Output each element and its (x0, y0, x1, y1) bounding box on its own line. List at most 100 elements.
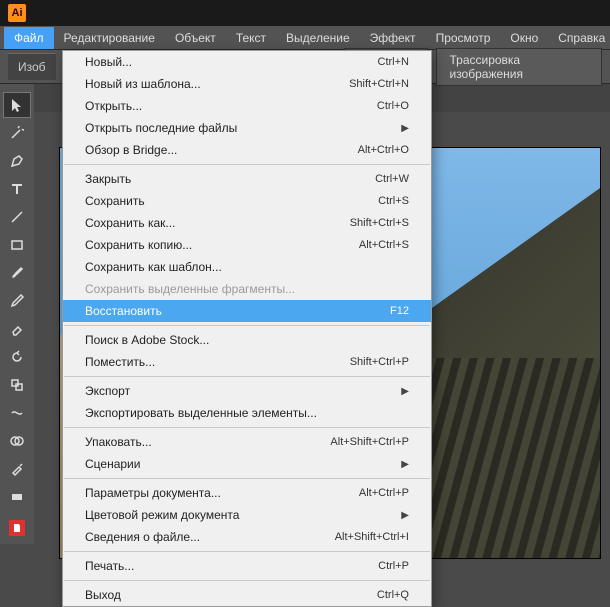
menu-item-label: Открыть... (85, 99, 377, 113)
menu-item-label: Закрыть (85, 172, 375, 186)
menu-item-9[interactable]: Сохранить копию...Alt+Ctrl+S (63, 234, 431, 256)
menu-select[interactable]: Выделение (276, 27, 360, 49)
menu-item-label: Сценарии (85, 457, 401, 471)
type-tool[interactable] (3, 176, 31, 202)
menu-item-label: Сохранить как шаблон... (85, 260, 409, 274)
menu-shortcut: Shift+Ctrl+P (350, 356, 409, 368)
menu-text[interactable]: Текст (226, 27, 276, 49)
menu-item-7[interactable]: СохранитьCtrl+S (63, 190, 431, 212)
menu-separator (64, 427, 430, 428)
menu-shortcut: Alt+Shift+Ctrl+P (330, 436, 409, 448)
menu-shortcut: Ctrl+W (375, 173, 409, 185)
paintbrush-tool[interactable] (3, 260, 31, 286)
menu-item-label: Упаковать... (85, 435, 330, 449)
menu-shortcut: Shift+Ctrl+S (350, 217, 409, 229)
menu-item-label: Сведения о файле... (85, 530, 335, 544)
menu-shortcut: Ctrl+N (378, 56, 409, 68)
menu-item-label: Печать... (85, 559, 378, 573)
menu-item-25[interactable]: Сведения о файле...Alt+Shift+Ctrl+I (63, 526, 431, 548)
menu-object[interactable]: Объект (165, 27, 226, 49)
menu-view[interactable]: Просмотр (426, 27, 501, 49)
submenu-arrow-icon: ▶ (401, 459, 409, 470)
menu-item-1[interactable]: Новый из шаблона...Shift+Ctrl+N (63, 73, 431, 95)
menu-item-10[interactable]: Сохранить как шаблон... (63, 256, 431, 278)
selection-tool[interactable] (3, 92, 31, 118)
menu-item-24[interactable]: Цветовой режим документа▶ (63, 504, 431, 526)
app-logo: Ai (8, 4, 26, 22)
control-tab-fragment[interactable]: Изоб (8, 53, 56, 80)
width-tool[interactable] (3, 400, 31, 426)
menu-item-0[interactable]: Новый...Ctrl+N (63, 51, 431, 73)
menu-separator (64, 164, 430, 165)
menu-item-label: Цветовой режим документа (85, 508, 401, 522)
file-menu-dropdown: Новый...Ctrl+NНовый из шаблона...Shift+C… (62, 50, 432, 607)
menu-item-label: Выход (85, 588, 377, 602)
menu-item-14[interactable]: Поиск в Adobe Stock... (63, 329, 431, 351)
shape-builder-tool[interactable] (3, 428, 31, 454)
menu-item-6[interactable]: ЗакрытьCtrl+W (63, 168, 431, 190)
menu-file[interactable]: Файл (4, 27, 54, 49)
submenu-arrow-icon: ▶ (401, 386, 409, 397)
menu-item-23[interactable]: Параметры документа...Alt+Ctrl+P (63, 482, 431, 504)
menu-item-17[interactable]: Экспорт▶ (63, 380, 431, 402)
menu-shortcut: F12 (390, 305, 409, 317)
menu-item-29[interactable]: ВыходCtrl+Q (63, 584, 431, 606)
menu-item-27[interactable]: Печать...Ctrl+P (63, 555, 431, 577)
rectangle-tool[interactable] (3, 232, 31, 258)
menu-item-label: Сохранить (85, 194, 378, 208)
pencil-tool[interactable] (3, 288, 31, 314)
menu-separator (64, 325, 430, 326)
menu-item-21[interactable]: Сценарии▶ (63, 453, 431, 475)
pen-tool[interactable] (3, 148, 31, 174)
menu-item-label: Поместить... (85, 355, 350, 369)
menu-shortcut: Shift+Ctrl+N (349, 78, 409, 90)
menu-item-label: Экспортировать выделенные элементы... (85, 406, 409, 420)
menu-item-15[interactable]: Поместить...Shift+Ctrl+P (63, 351, 431, 373)
menu-item-18[interactable]: Экспортировать выделенные элементы... (63, 402, 431, 424)
image-trace-button[interactable]: Трассировка изображения (436, 48, 602, 86)
menu-item-label: Открыть последние файлы (85, 121, 401, 135)
menu-window[interactable]: Окно (500, 27, 548, 49)
line-tool[interactable] (3, 204, 31, 230)
submenu-arrow-icon: ▶ (401, 510, 409, 521)
menu-shortcut: Alt+Ctrl+S (359, 239, 409, 251)
submenu-arrow-icon: ▶ (401, 123, 409, 134)
menu-item-label: Сохранить копию... (85, 238, 359, 252)
menu-item-label: Новый из шаблона... (85, 77, 349, 91)
menu-separator (64, 580, 430, 581)
menu-shortcut: Ctrl+S (378, 195, 409, 207)
menu-item-label: Параметры документа... (85, 486, 359, 500)
menu-item-20[interactable]: Упаковать...Alt+Shift+Ctrl+P (63, 431, 431, 453)
gradient-tool[interactable] (3, 484, 31, 510)
menu-bar: Файл Редактирование Объект Текст Выделен… (0, 26, 610, 50)
menu-edit[interactable]: Редактирование (54, 27, 165, 49)
menu-item-8[interactable]: Сохранить как...Shift+Ctrl+S (63, 212, 431, 234)
menu-effect[interactable]: Эффект (360, 27, 426, 49)
menu-item-label: Новый... (85, 55, 378, 69)
menu-shortcut: Alt+Ctrl+O (358, 144, 409, 156)
menu-help[interactable]: Справка (548, 27, 610, 49)
menu-item-label: Обзор в Bridge... (85, 143, 358, 157)
menu-item-11: Сохранить выделенные фрагменты... (63, 278, 431, 300)
menu-item-label: Сохранить выделенные фрагменты... (85, 282, 409, 296)
menu-item-label: Экспорт (85, 384, 401, 398)
magic-wand-tool[interactable] (3, 120, 31, 146)
eraser-tool[interactable] (3, 316, 31, 342)
menu-item-2[interactable]: Открыть...Ctrl+O (63, 95, 431, 117)
menu-shortcut: Alt+Ctrl+P (359, 487, 409, 499)
eyedropper-tool[interactable] (3, 456, 31, 482)
menu-separator (64, 376, 430, 377)
title-bar: Ai (0, 0, 610, 26)
menu-separator (64, 478, 430, 479)
rotate-tool[interactable] (3, 344, 31, 370)
menu-item-12[interactable]: ВосстановитьF12 (63, 300, 431, 322)
pdf-icon (9, 520, 25, 536)
menu-shortcut: Ctrl+Q (377, 589, 409, 601)
menu-shortcut: Ctrl+O (377, 100, 409, 112)
tools-panel (0, 84, 34, 544)
menu-shortcut: Alt+Shift+Ctrl+I (335, 531, 409, 543)
menu-item-label: Восстановить (85, 304, 390, 318)
menu-item-3[interactable]: Открыть последние файлы▶ (63, 117, 431, 139)
menu-item-4[interactable]: Обзор в Bridge...Alt+Ctrl+O (63, 139, 431, 161)
scale-tool[interactable] (3, 372, 31, 398)
